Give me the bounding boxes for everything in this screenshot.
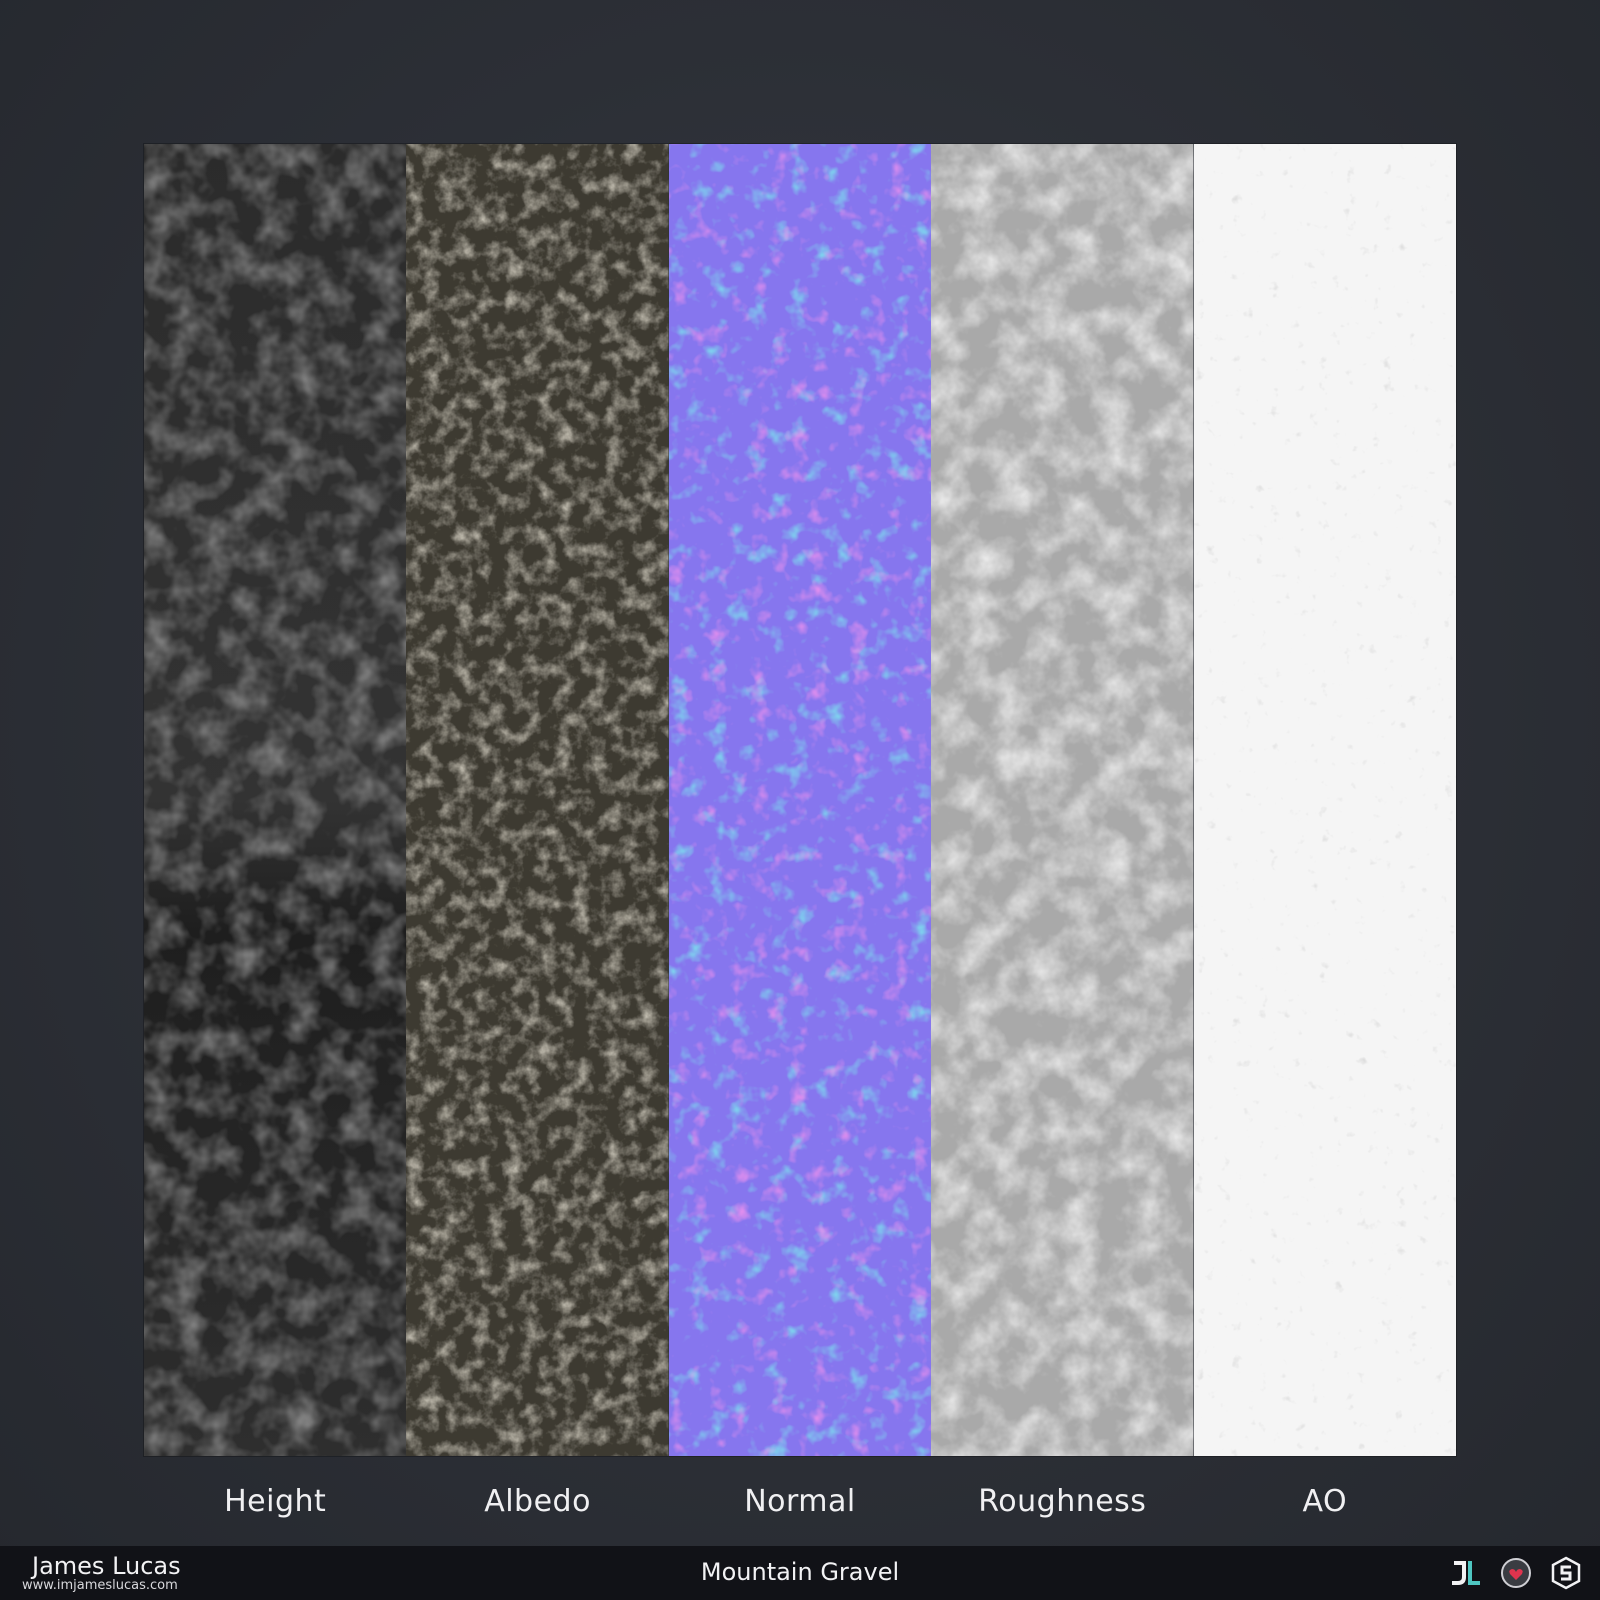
ao-label: AO	[1302, 1484, 1348, 1519]
jl-logo-icon	[1452, 1561, 1480, 1585]
logo-group	[1448, 1555, 1584, 1591]
roughness-map-strip	[931, 144, 1194, 1456]
height-label: Height	[224, 1484, 327, 1519]
height-map-strip	[144, 144, 407, 1456]
roughness-label: Roughness	[978, 1484, 1147, 1519]
texture-maps-panel	[144, 144, 1456, 1456]
footer-bar: James Lucas www.imjameslucas.com Mountai…	[0, 1546, 1600, 1600]
map-labels: Height Albedo Normal Roughness AO	[144, 1484, 1456, 1519]
material-title: Mountain Gravel	[700, 1558, 900, 1586]
albedo-map-strip	[406, 144, 669, 1456]
ao-map-strip	[1193, 144, 1456, 1456]
albedo-label: Albedo	[484, 1484, 591, 1519]
substance-share-icon	[1501, 1558, 1531, 1588]
substance-designer-icon	[1551, 1556, 1581, 1590]
normal-map-strip	[668, 144, 932, 1456]
normal-label: Normal	[744, 1484, 856, 1519]
